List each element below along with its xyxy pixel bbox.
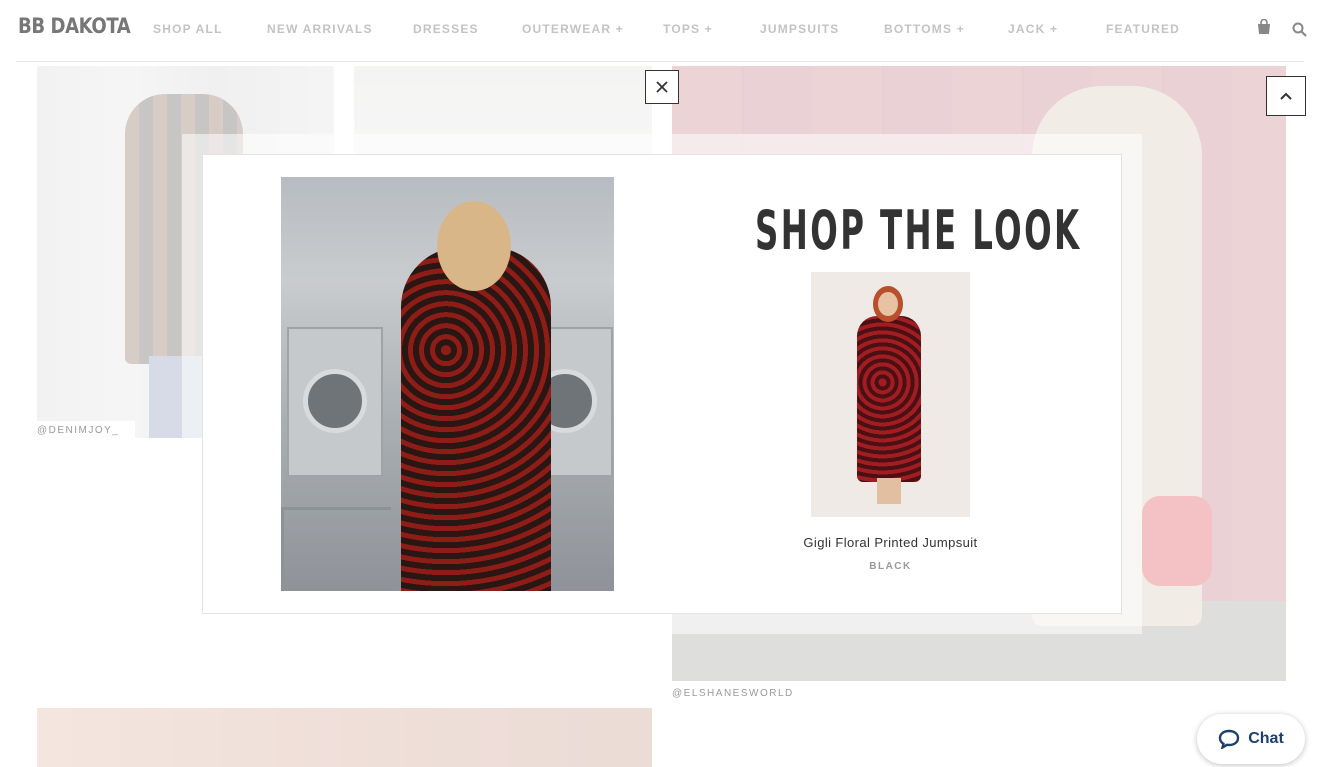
product-color: BLACK <box>869 561 912 572</box>
nav-item-featured[interactable]: FEATURED <box>1106 22 1180 36</box>
chat-bubble-icon <box>1219 729 1240 749</box>
product-name-link[interactable]: Gigli Floral Printed Jumpsuit <box>763 535 1018 550</box>
nav-item-shop-all[interactable]: SHOP ALL <box>153 22 223 36</box>
nav-item-jumpsuits[interactable]: JUMPSUITS <box>760 22 839 36</box>
modal-close-button[interactable] <box>645 70 679 104</box>
laundry-cart <box>281 507 391 591</box>
chevron-up-icon <box>1280 92 1292 100</box>
shop-the-look-modal: SHOP THE LOOK Gigli Floral Printed Jumps… <box>202 154 1122 614</box>
brand-logo[interactable]: BB DAKOTA <box>18 14 131 38</box>
gallery-tile-bottom[interactable] <box>37 708 652 767</box>
model-head <box>437 201 511 291</box>
nav-item-outerwear[interactable]: OUTERWEAR + <box>522 22 624 36</box>
nav-item-jack[interactable]: JACK + <box>1008 22 1058 36</box>
product-image[interactable] <box>811 272 970 517</box>
nav-item-new-arrivals[interactable]: NEW ARRIVALS <box>267 22 373 36</box>
gallery-caption-denimjoy[interactable]: @DENIMJOY_ <box>37 421 136 440</box>
search-icon[interactable] <box>1292 22 1307 37</box>
nav-item-dresses[interactable]: DRESSES <box>413 22 479 36</box>
look-photo <box>281 177 614 591</box>
model-figure <box>401 247 551 591</box>
nav-item-bottoms[interactable]: BOTTOMS + <box>884 22 965 36</box>
chat-button[interactable]: Chat <box>1197 714 1305 764</box>
header-divider <box>16 61 1304 62</box>
shopping-bag-icon[interactable] <box>1256 19 1272 35</box>
gallery-caption-elshanesworld[interactable]: @ELSHANESWORLD <box>672 684 810 703</box>
modal-title: SHOP THE LOOK <box>755 199 1082 262</box>
site-header: BB DAKOTA SHOP ALL NEW ARRIVALS DRESSES … <box>0 0 1320 62</box>
back-to-top-button[interactable] <box>1266 76 1306 116</box>
nav-item-tops[interactable]: TOPS + <box>663 22 713 36</box>
chat-label: Chat <box>1248 730 1284 747</box>
close-icon <box>656 81 668 93</box>
